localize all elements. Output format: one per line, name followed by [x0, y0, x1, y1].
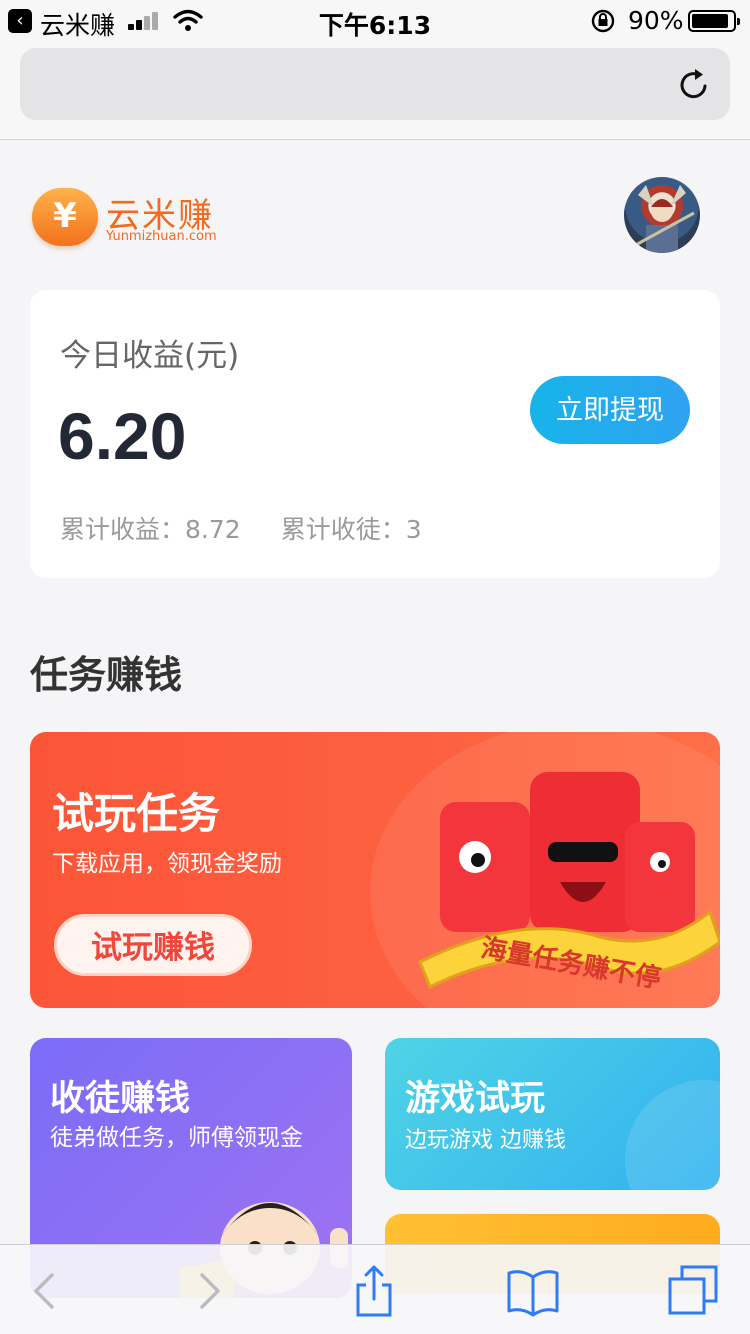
total-earnings-value: 8.72 [185, 515, 241, 544]
reload-icon[interactable] [678, 66, 712, 102]
today-earnings-label: 今日收益(元) [60, 338, 240, 374]
total-earnings-label: 累计收益： [60, 515, 186, 544]
rotation-lock-icon [591, 9, 615, 33]
trial-task-card[interactable]: 试玩任务 下载应用，领现金奖励 试玩赚钱 海量任务赚不停 [30, 732, 720, 1008]
browser-toolbar [0, 1244, 750, 1334]
share-icon[interactable] [344, 1263, 404, 1319]
browser-chrome [0, 40, 750, 140]
withdraw-button[interactable]: 立即提现 [530, 376, 690, 444]
trial-task-title: 试玩任务 [52, 789, 221, 838]
battery-percent: 90% [628, 6, 684, 35]
red-envelope-mascot-icon: 海量任务赚不停 [418, 772, 720, 994]
bookmarks-icon[interactable] [503, 1263, 563, 1319]
earnings-stats: 累计收益：8.72 累计收徒：3 [60, 510, 422, 546]
invite-title: 收徒赚钱 [50, 1079, 191, 1119]
battery-icon [688, 10, 740, 32]
trial-earn-button[interactable]: 试玩赚钱 [54, 914, 252, 976]
game-trial-title: 游戏试玩 [405, 1079, 546, 1119]
invite-subtitle: 徒弟做任务，师傅领现金 [50, 1125, 303, 1151]
back-arrow-icon[interactable] [14, 1263, 74, 1319]
tabs-icon[interactable] [664, 1263, 724, 1319]
trial-task-subtitle: 下载应用，领现金奖励 [52, 851, 282, 877]
earnings-card: 今日收益(元) 6.20 立即提现 累计收益：8.72 累计收徒：3 [30, 290, 720, 578]
today-earnings-amount: 6.20 [58, 399, 187, 473]
address-bar[interactable] [20, 48, 730, 120]
game-trial-card[interactable]: 游戏试玩 边玩游戏 边赚钱 [385, 1038, 720, 1190]
status-bar: ‹ 云米赚 下午6:13 90% [0, 0, 750, 40]
total-apprentices-label: 累计收徒： [280, 515, 406, 544]
forward-arrow-icon[interactable] [180, 1263, 240, 1319]
avatar[interactable] [624, 177, 700, 253]
logo-domain: Yunmizhuan.com [106, 229, 217, 244]
brand-logo: ¥ 云米赚 Yunmizhuan.com [32, 188, 232, 250]
total-apprentices-value: 3 [405, 515, 422, 544]
yen-coin-icon: ¥ [32, 188, 98, 246]
section-title: 任务赚钱 [30, 653, 183, 697]
game-trial-subtitle: 边玩游戏 边赚钱 [405, 1128, 566, 1153]
